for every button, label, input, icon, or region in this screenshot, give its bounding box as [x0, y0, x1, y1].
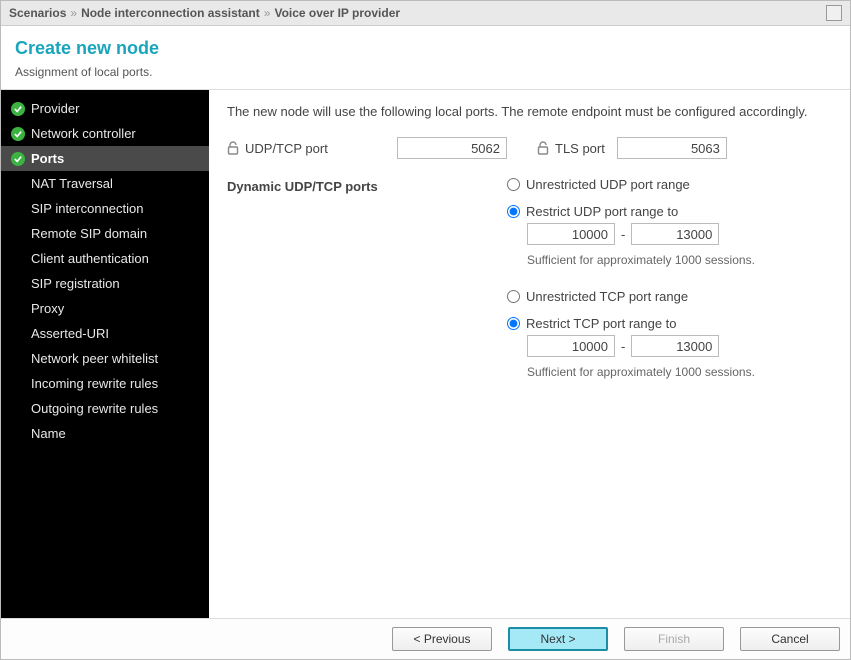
udp-restrict-label: Restrict UDP port range to: [526, 204, 678, 219]
sidebar-step-label: Ports: [31, 151, 64, 166]
tcp-unrestricted-radio[interactable]: [507, 290, 520, 303]
sidebar-step[interactable]: Outgoing rewrite rules: [1, 396, 209, 421]
sidebar-step-label: Network peer whitelist: [31, 351, 158, 366]
sidebar-step[interactable]: Provider: [1, 96, 209, 121]
udp-unrestricted-label: Unrestricted UDP port range: [526, 177, 690, 192]
sidebar-step[interactable]: Network controller: [1, 121, 209, 146]
port-row: UDP/TCP port TLS port: [227, 137, 832, 159]
udp-tcp-port-field: UDP/TCP port: [227, 137, 507, 159]
udp-range-from-input[interactable]: [527, 223, 615, 245]
sidebar-step[interactable]: Name: [1, 421, 209, 446]
range-separator: -: [621, 339, 625, 354]
previous-button[interactable]: < Previous: [392, 627, 492, 651]
tcp-restrict-label: Restrict TCP port range to: [526, 316, 677, 331]
tcp-unrestricted-label: Unrestricted TCP port range: [526, 289, 688, 304]
titlebar: Scenarios » Node interconnection assista…: [1, 1, 850, 26]
check-icon: [11, 152, 25, 166]
tcp-range-row: -: [527, 335, 832, 357]
sidebar-step[interactable]: Asserted-URI: [1, 321, 209, 346]
tcp-range-hint: Sufficient for approximately 1000 sessio…: [527, 365, 832, 379]
udp-range-hint: Sufficient for approximately 1000 sessio…: [527, 253, 832, 267]
sidebar-step-label: Provider: [31, 101, 79, 116]
dynamic-ports-section: Dynamic UDP/TCP ports Unrestricted UDP p…: [227, 177, 832, 401]
tcp-range-from-input[interactable]: [527, 335, 615, 357]
udp-range-row: -: [527, 223, 832, 245]
udp-unrestricted-row: Unrestricted UDP port range: [507, 177, 832, 192]
sidebar-step-label: Asserted-URI: [31, 326, 109, 341]
udp-unrestricted-radio[interactable]: [507, 178, 520, 191]
dynamic-ports-body: Unrestricted UDP port range Restrict UDP…: [507, 177, 832, 401]
tls-port-label: TLS port: [555, 141, 605, 156]
main-panel: The new node will use the following loca…: [209, 90, 850, 618]
udp-restrict-row: Restrict UDP port range to: [507, 204, 832, 219]
sidebar-step[interactable]: Remote SIP domain: [1, 221, 209, 246]
udp-range-to-input[interactable]: [631, 223, 719, 245]
breadcrumb: Scenarios » Node interconnection assista…: [9, 6, 826, 20]
sidebar-step-label: SIP registration: [31, 276, 120, 291]
page-subtitle: Assignment of local ports.: [15, 65, 836, 79]
sidebar-step-label: Remote SIP domain: [31, 226, 147, 241]
finish-button[interactable]: Finish: [624, 627, 724, 651]
sidebar-step-label: Network controller: [31, 126, 136, 141]
body: Provider Network controller Ports NAT Trave…: [1, 90, 850, 618]
unlock-icon: [227, 141, 239, 155]
sidebar-step[interactable]: NAT Traversal: [1, 171, 209, 196]
sidebar-step[interactable]: Incoming rewrite rules: [1, 371, 209, 396]
cancel-button[interactable]: Cancel: [740, 627, 840, 651]
sidebar-step-label: Proxy: [31, 301, 64, 316]
sidebar-step-label: SIP interconnection: [31, 201, 144, 216]
sidebar-step-label: Name: [31, 426, 66, 441]
check-icon: [11, 127, 25, 141]
breadcrumb-item: Voice over IP provider: [274, 6, 400, 20]
udp-tcp-port-input[interactable]: [397, 137, 507, 159]
tls-port-input[interactable]: [617, 137, 727, 159]
sidebar-step[interactable]: Ports: [1, 146, 209, 171]
sidebar-step-label: Client authentication: [31, 251, 149, 266]
next-button[interactable]: Next >: [508, 627, 608, 651]
sidebar-step[interactable]: Proxy: [1, 296, 209, 321]
footer: < Previous Next > Finish Cancel: [1, 618, 850, 659]
tcp-unrestricted-row: Unrestricted TCP port range: [507, 289, 832, 304]
sidebar: Provider Network controller Ports NAT Trave…: [1, 90, 209, 618]
unlock-icon: [537, 141, 549, 155]
breadcrumb-item: Scenarios: [9, 6, 66, 20]
breadcrumb-item: Node interconnection assistant: [81, 6, 260, 20]
tls-port-field: TLS port: [537, 137, 727, 159]
sidebar-step-label: Incoming rewrite rules: [31, 376, 158, 391]
udp-restrict-radio[interactable]: [507, 205, 520, 218]
udp-tcp-port-label: UDP/TCP port: [245, 141, 328, 156]
sidebar-step-label: Outgoing rewrite rules: [31, 401, 158, 416]
intro-text: The new node will use the following loca…: [227, 104, 832, 119]
tcp-restrict-radio[interactable]: [507, 317, 520, 330]
close-button[interactable]: [826, 5, 842, 21]
header: Create new node Assignment of local port…: [1, 26, 850, 90]
check-icon: [11, 102, 25, 116]
breadcrumb-sep: »: [264, 6, 271, 20]
wizard-dialog: Scenarios » Node interconnection assista…: [0, 0, 851, 660]
dynamic-ports-label: Dynamic UDP/TCP ports: [227, 177, 507, 401]
page-title: Create new node: [15, 38, 836, 59]
breadcrumb-sep: »: [70, 6, 77, 20]
sidebar-step[interactable]: Client authentication: [1, 246, 209, 271]
sidebar-step[interactable]: SIP interconnection: [1, 196, 209, 221]
tcp-restrict-row: Restrict TCP port range to: [507, 316, 832, 331]
tcp-range-to-input[interactable]: [631, 335, 719, 357]
sidebar-step[interactable]: SIP registration: [1, 271, 209, 296]
sidebar-step[interactable]: Network peer whitelist: [1, 346, 209, 371]
range-separator: -: [621, 227, 625, 242]
sidebar-step-label: NAT Traversal: [31, 176, 113, 191]
